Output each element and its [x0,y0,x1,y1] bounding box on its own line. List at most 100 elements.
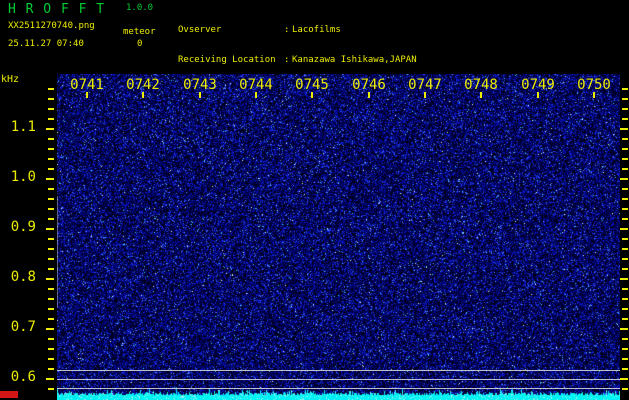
axis-tick [622,98,628,100]
axis-tick [48,268,54,270]
time-tick-label: 0747 [408,77,442,93]
axis-tick [46,228,54,230]
axis-tick [311,92,313,98]
level-grid-line [57,370,620,371]
time-tick-label: 0750 [577,77,611,93]
freq-tick-label: 1.1 [10,119,36,135]
app-title: H R O F F T [8,2,106,17]
freq-tick-label: 1.0 [10,169,36,185]
axis-tick [48,238,54,240]
axis-tick [48,298,54,300]
axis-tick [48,208,54,210]
axis-tick [622,258,628,260]
axis-tick [622,218,628,220]
axis-tick [622,338,628,340]
axis-tick [620,328,628,330]
axis-tick [622,198,628,200]
axis-tick [48,198,54,200]
axis-tick [480,92,482,98]
axis-tick [48,368,54,370]
axis-tick [48,158,54,160]
axis-tick [622,298,628,300]
axis-tick [48,308,54,310]
axis-tick [620,378,628,380]
freq-unit-label: kHz [1,74,20,85]
axis-tick [620,178,628,180]
axis-tick [622,138,628,140]
axis-tick [48,388,54,390]
freq-tick-label: 0.7 [10,319,36,335]
axis-tick [622,208,628,210]
freq-tick-label: 0.6 [10,369,36,385]
axis-tick [622,268,628,270]
axis-tick [46,178,54,180]
axis-tick [255,92,257,98]
axis-tick [48,338,54,340]
app-version: 1.0.0 [126,3,154,13]
info-label: Receiving Location [178,55,276,65]
level-grid-line [57,388,620,389]
axis-tick [368,92,370,98]
info-value: Kanazawa Ishikawa,JAPAN [292,55,417,65]
axis-tick [48,318,54,320]
meteor-count: 0 [137,39,143,49]
axis-tick [142,92,144,98]
axis-tick [48,288,54,290]
freq-tick-label: 0.9 [10,219,36,235]
axis-tick [424,92,426,98]
axis-tick [48,118,54,120]
axis-tick [622,388,628,390]
mode-label: meteor [123,27,156,37]
axis-tick [46,328,54,330]
station-info-row: Receiving Location: Kanazawa Ishikawa,JAP… [178,54,417,66]
axis-tick [46,278,54,280]
axis-tick [593,92,595,98]
axis-tick [620,228,628,230]
axis-tick [48,218,54,220]
output-filename: XX2511270740.png [8,21,95,31]
axis-tick [622,368,628,370]
axis-tick [622,358,628,360]
axis-tick [48,108,54,110]
info-colon: : [284,25,290,35]
axis-tick [622,348,628,350]
axis-tick [48,348,54,350]
axis-tick [622,168,628,170]
info-value: Lacofilms [292,25,341,35]
axis-tick [48,138,54,140]
hrofft-screen: H R O F F T 1.0.0 XX2511270740.png meteo… [0,0,629,400]
info-label: Ovserver [178,25,222,35]
axis-tick [46,128,54,130]
level-alert-bar [0,391,18,398]
time-tick-label: 0741 [70,77,104,93]
time-tick-label: 0742 [126,77,160,93]
time-tick-label: 0746 [352,77,386,93]
time-tick-label: 0745 [295,77,329,93]
axis-tick [48,98,54,100]
time-tick-label: 0744 [239,77,273,93]
axis-tick [537,92,539,98]
axis-tick [622,88,628,90]
axis-tick [622,318,628,320]
axis-tick [46,378,54,380]
axis-tick [48,168,54,170]
axis-tick [622,308,628,310]
station-info-row: Ovserver: Lacofilms [178,24,417,36]
axis-tick [48,188,54,190]
axis-tick [48,88,54,90]
axis-tick [622,248,628,250]
axis-tick [86,92,88,98]
time-tick-label: 0743 [183,77,217,93]
axis-tick [622,118,628,120]
capture-datetime: 25.11.27 07:40 [8,39,84,49]
axis-tick [620,128,628,130]
axis-tick [622,188,628,190]
axis-tick [620,278,628,280]
axis-tick [622,238,628,240]
level-grid-line [57,379,620,380]
axis-tick [199,92,201,98]
freq-tick-label: 0.8 [10,269,36,285]
axis-tick [622,108,628,110]
time-tick-label: 0748 [464,77,498,93]
spectrogram-canvas [57,74,620,400]
